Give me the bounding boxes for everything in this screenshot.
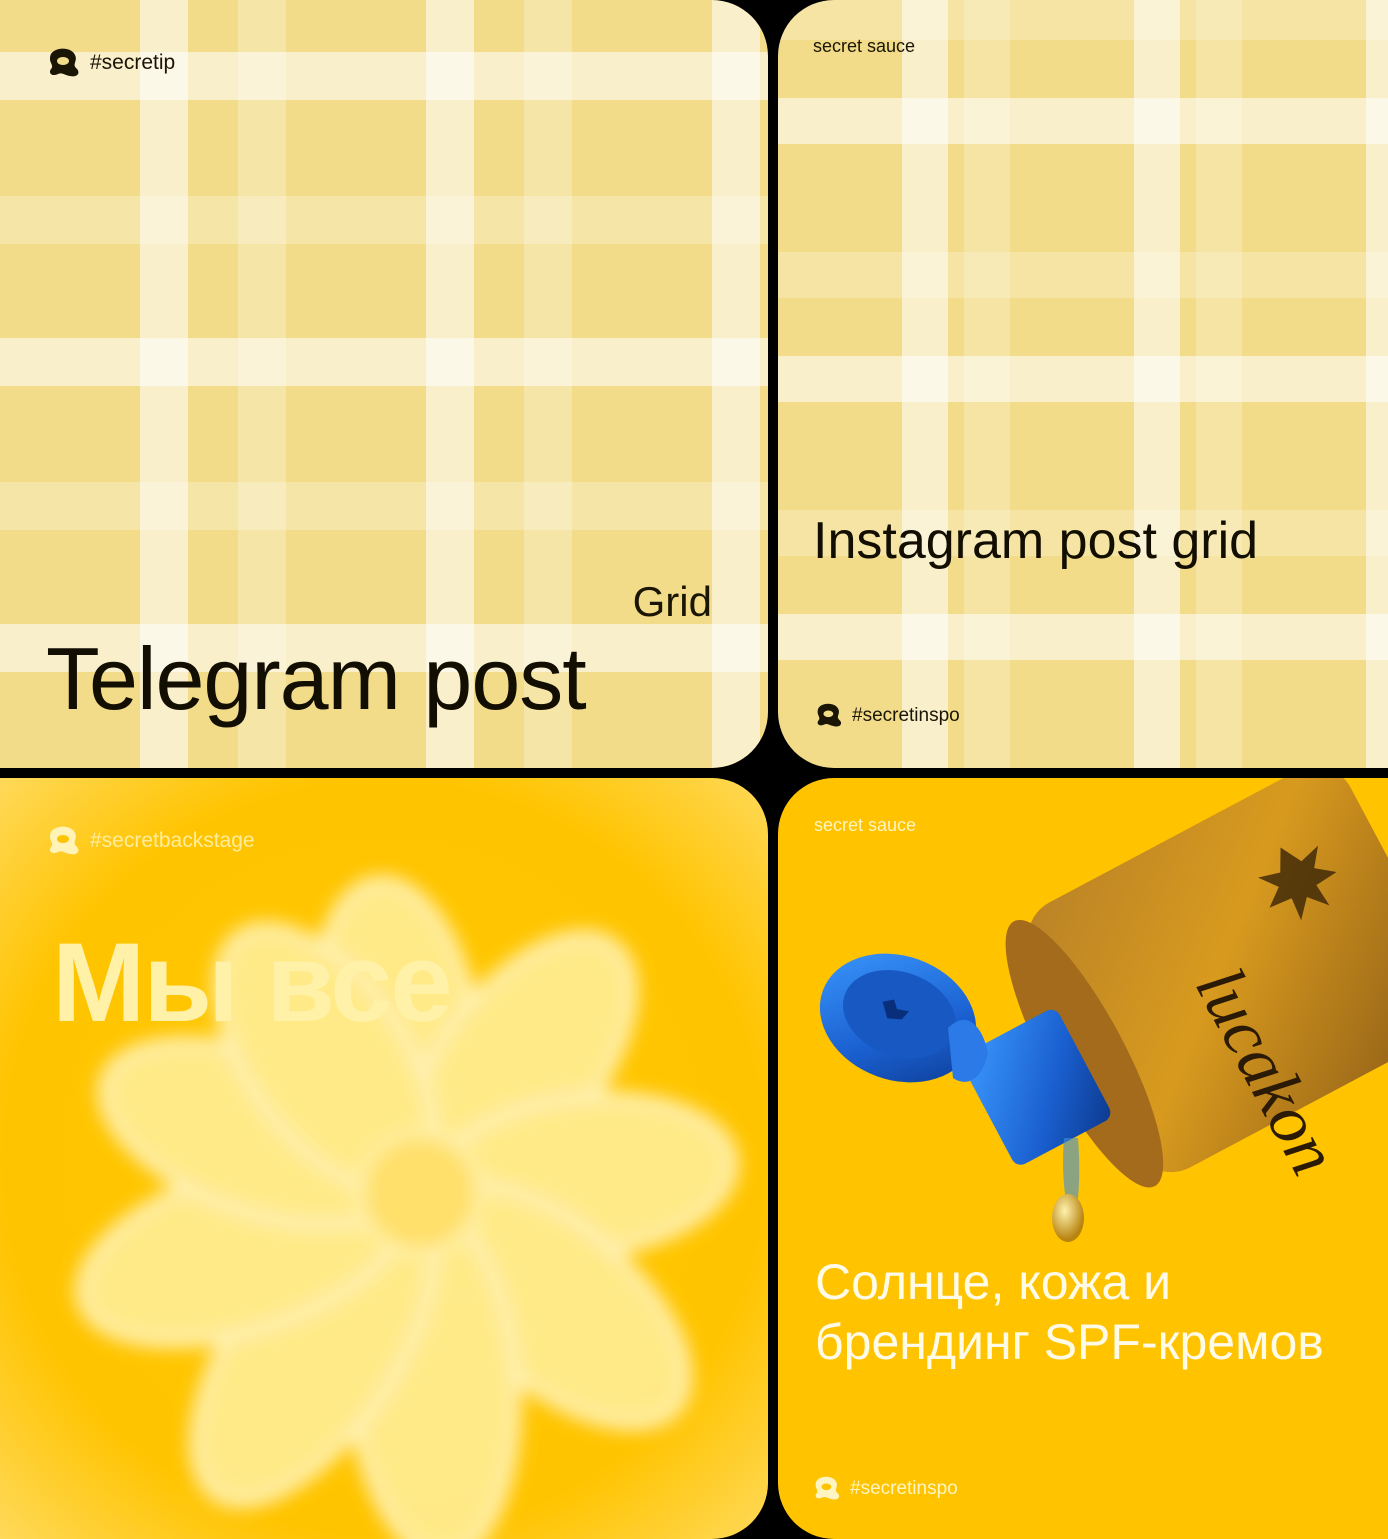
- hashtag-text: #secretinspo: [852, 704, 960, 726]
- hashtag-text: #secretip: [90, 51, 176, 74]
- brand-name: secret sauce: [814, 815, 917, 835]
- grid-label: Grid: [632, 578, 712, 625]
- spf-post-card[interactable]: lucakon secret sauce Солнце, кожа и брен…: [778, 778, 1388, 1539]
- hashtag-text: #secretinspo: [850, 1477, 958, 1499]
- blob-logo-icon: [817, 703, 842, 727]
- hashtag-badge: #secretinspo: [814, 1476, 958, 1501]
- daisy-icon: [75, 875, 739, 1539]
- telegram-post-card[interactable]: #secretip Grid Telegram post: [0, 0, 768, 768]
- backstage-post-card[interactable]: #secretbackstage Мы все: [0, 778, 768, 1539]
- hashtag-text: #secretbackstage: [90, 829, 255, 852]
- instagram-post-card[interactable]: secret sauce Instagram post grid #secret…: [778, 0, 1388, 768]
- blob-logo-icon: [815, 1476, 840, 1500]
- card-title: Солнце, кожа и брендинг SPF-кремов: [815, 1254, 1324, 1370]
- card-title: Мы все: [52, 920, 453, 1045]
- blob-logo-icon: [49, 826, 79, 855]
- card-title: Telegram post: [46, 629, 587, 728]
- blob-logo-icon: [49, 48, 79, 77]
- card-title: Instagram post grid: [813, 512, 1259, 570]
- sunscreen-bottle-icon: lucakon: [819, 778, 1388, 1242]
- hashtag-badge: #secretbackstage: [48, 826, 255, 856]
- brand-name: secret sauce: [813, 36, 916, 56]
- hashtag-badge: #secretip: [48, 48, 175, 78]
- hashtag-badge: #secretinspo: [816, 703, 960, 728]
